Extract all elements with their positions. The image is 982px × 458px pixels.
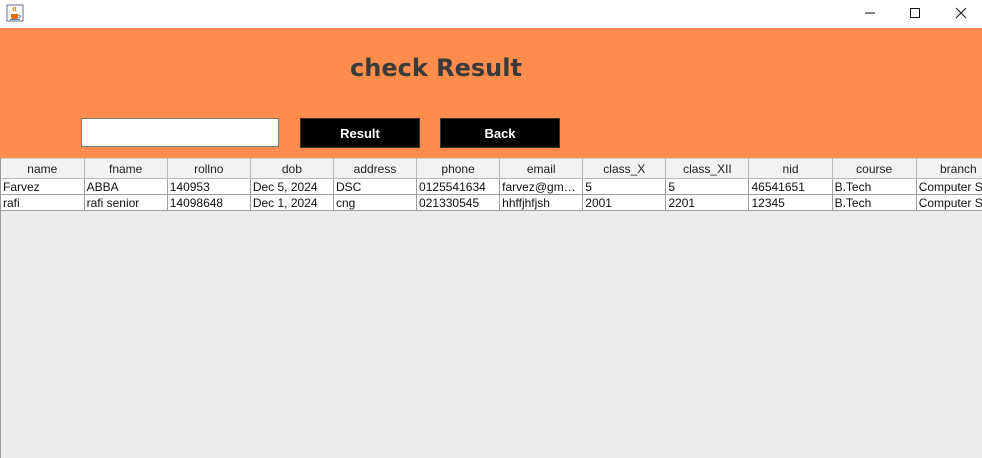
minimize-icon [865, 12, 875, 13]
table-cell-dob[interactable]: Dec 1, 2024 [250, 194, 334, 211]
column-header-address[interactable]: address [333, 158, 418, 179]
table-cell-phone[interactable]: 021330545 [416, 194, 501, 211]
table-cell-fname[interactable]: ABBA [84, 178, 168, 195]
table-cell-rollno[interactable]: 140953 [167, 178, 251, 195]
column-header-name[interactable]: name [1, 158, 85, 179]
table-cell-email[interactable]: farvez@gmai... [499, 178, 584, 195]
table-cell-email[interactable]: hhffjhfjsh [499, 194, 584, 211]
table-cell-nid[interactable]: 12345 [748, 194, 833, 211]
table-cell-branch[interactable]: Computer S [916, 194, 982, 211]
table-cell-class-xii[interactable]: 2201 [665, 194, 750, 211]
results-table: name fname rollno dob address phone email class… [1, 158, 982, 211]
table-cell-branch[interactable]: Computer S [916, 178, 982, 195]
result-button[interactable]: Result [300, 118, 420, 148]
table-row[interactable]: Farvez ABBA 140953 Dec 5, 2024 DSC 0125541634… [1, 178, 982, 195]
table-cell-address[interactable]: cng [333, 194, 418, 211]
column-header-email[interactable]: email [499, 158, 584, 179]
column-header-class-x[interactable]: class_X [582, 158, 667, 179]
results-table-area[interactable]: name fname rollno dob address phone email class… [0, 158, 982, 458]
column-header-branch[interactable]: branch [916, 158, 982, 179]
search-input[interactable] [81, 118, 279, 147]
table-cell-class-xii[interactable]: 5 [665, 178, 750, 195]
title-bar [0, 0, 982, 28]
table-cell-phone[interactable]: 0125541634 [416, 178, 501, 195]
table-header-row: name fname rollno dob address phone email class… [1, 158, 982, 179]
minimize-button[interactable] [847, 0, 893, 25]
table-cell-course[interactable]: B.Tech [832, 178, 917, 195]
column-header-class-xii[interactable]: class_XII [665, 158, 750, 179]
table-cell-rollno[interactable]: 14098648 [167, 194, 251, 211]
table-cell-class-x[interactable]: 2001 [582, 194, 667, 211]
table-cell-dob[interactable]: Dec 5, 2024 [250, 178, 334, 195]
column-header-phone[interactable]: phone [416, 158, 501, 179]
close-icon [955, 7, 967, 18]
table-cell-course[interactable]: B.Tech [832, 194, 917, 211]
back-button[interactable]: Back [440, 118, 560, 148]
table-cell-nid[interactable]: 46541651 [748, 178, 833, 195]
close-button[interactable] [938, 0, 982, 25]
table-cell-class-x[interactable]: 5 [582, 178, 667, 195]
table-cell-name[interactable]: rafi [1, 194, 85, 211]
column-header-course[interactable]: course [832, 158, 917, 179]
column-header-rollno[interactable]: rollno [167, 158, 251, 179]
column-header-nid[interactable]: nid [748, 158, 833, 179]
table-cell-fname[interactable]: rafi senior [84, 194, 168, 211]
table-cell-address[interactable]: DSC [333, 178, 418, 195]
column-header-fname[interactable]: fname [84, 158, 168, 179]
table-cell-name[interactable]: Farvez [1, 178, 85, 195]
maximize-icon [910, 7, 920, 18]
maximize-button[interactable] [892, 0, 938, 25]
java-cup-icon [6, 4, 24, 22]
column-header-dob[interactable]: dob [250, 158, 334, 179]
table-row[interactable]: rafi rafi senior 14098648 Dec 1, 2024 cng 021… [1, 194, 982, 211]
header-panel: check Result Result Back [0, 28, 982, 158]
page-title: check Result [350, 54, 522, 82]
